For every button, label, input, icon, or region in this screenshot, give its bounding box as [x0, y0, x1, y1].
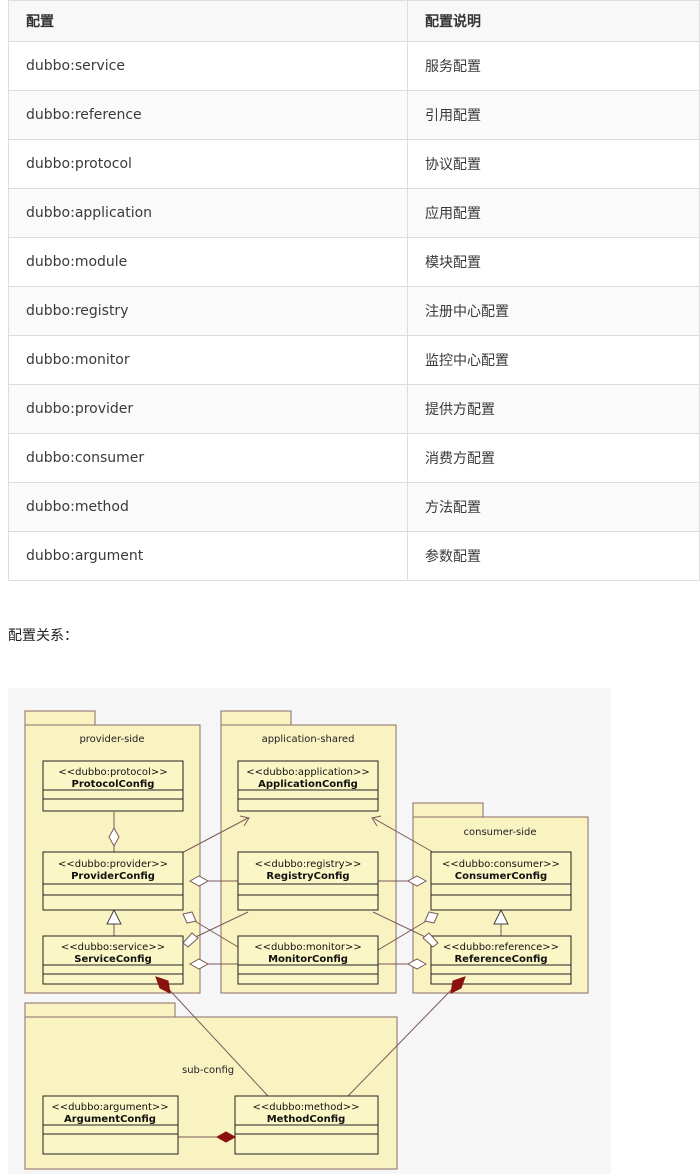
table-row: dubbo:protocol 协议配置	[8, 139, 700, 189]
config-tag: dubbo:monitor	[8, 335, 408, 385]
config-relation-heading: 配置关系：	[8, 628, 78, 644]
config-description: 模块配置	[407, 237, 700, 287]
table-row: dubbo:service 服务配置	[8, 41, 700, 91]
config-description: 服务配置	[407, 41, 700, 91]
package-label-sub: sub-config	[182, 1065, 234, 1076]
config-description: 提供方配置	[407, 384, 700, 434]
config-table: 配置 配置说明 dubbo:service 服务配置 dubbo:referen…	[8, 0, 700, 581]
config-description: 参数配置	[407, 531, 700, 581]
stereotype-provider: <<dubbo:provider>>	[58, 859, 168, 870]
config-tag: dubbo:registry	[8, 286, 408, 336]
table-row: dubbo:reference 引用配置	[8, 90, 700, 140]
config-description: 注册中心配置	[407, 286, 700, 336]
config-description: 方法配置	[407, 482, 700, 532]
config-tag: dubbo:protocol	[8, 139, 408, 189]
package-label-provider: provider-side	[79, 734, 144, 745]
class-protocol-config: <<dubbo:protocol>> ProtocolConfig	[42, 760, 184, 812]
class-service-config: <<dubbo:service>> ServiceConfig	[42, 935, 184, 985]
class-name-provider: ProviderConfig	[71, 871, 155, 882]
table-row: dubbo:application 应用配置	[8, 188, 700, 238]
config-tag: dubbo:consumer	[8, 433, 408, 483]
config-tag: dubbo:reference	[8, 90, 408, 140]
class-name-argument: ArgumentConfig	[64, 1114, 156, 1125]
config-tag: dubbo:service	[8, 41, 408, 91]
stereotype-protocol: <<dubbo:protocol>>	[58, 767, 167, 778]
table-row: dubbo:monitor 监控中心配置	[8, 335, 700, 385]
class-name-protocol: ProtocolConfig	[72, 779, 155, 790]
table-row: dubbo:provider 提供方配置	[8, 384, 700, 434]
stereotype-reference: <<dubbo:reference>>	[443, 942, 559, 953]
stereotype-monitor: <<dubbo:monitor>>	[254, 942, 362, 953]
class-name-monitor: MonitorConfig	[268, 954, 348, 965]
stereotype-method: <<dubbo:method>>	[252, 1102, 359, 1113]
class-name-service: ServiceConfig	[74, 954, 151, 965]
config-tag: dubbo:provider	[8, 384, 408, 434]
stereotype-consumer: <<dubbo:consumer>>	[442, 859, 560, 870]
class-reference-config: <<dubbo:reference>> ReferenceConfig	[430, 935, 572, 985]
stereotype-argument: <<dubbo:argument>>	[51, 1102, 168, 1113]
table-row: dubbo:argument 参数配置	[8, 531, 700, 581]
class-monitor-config: <<dubbo:monitor>> MonitorConfig	[237, 935, 379, 985]
table-row: dubbo:registry 注册中心配置	[8, 286, 700, 336]
config-description: 引用配置	[407, 90, 700, 140]
class-argument-config: <<dubbo:argument>> ArgumentConfig	[42, 1095, 179, 1155]
table-header-row: 配置 配置说明	[8, 0, 700, 42]
class-name-registry: RegistryConfig	[266, 871, 349, 882]
class-registry-config: <<dubbo:registry>> RegistryConfig	[237, 851, 379, 911]
table-row: dubbo:consumer 消费方配置	[8, 433, 700, 483]
class-name-application: ApplicationConfig	[258, 779, 358, 790]
class-application-config: <<dubbo:application>> ApplicationConfig	[237, 760, 379, 812]
config-description: 应用配置	[407, 188, 700, 238]
package-label-consumer: consumer-side	[464, 827, 537, 838]
config-description: 消费方配置	[407, 433, 700, 483]
header-config: 配置	[8, 0, 408, 42]
config-tag: dubbo:module	[8, 237, 408, 287]
table-row: dubbo:method 方法配置	[8, 482, 700, 532]
config-relation-diagram: provider-side application-shared consume…	[8, 688, 611, 1174]
stereotype-application: <<dubbo:application>>	[246, 767, 370, 778]
class-consumer-config: <<dubbo:consumer>> ConsumerConfig	[430, 851, 572, 911]
class-method-config: <<dubbo:method>> MethodConfig	[234, 1095, 379, 1155]
package-label-application: application-shared	[262, 734, 355, 745]
class-name-reference: ReferenceConfig	[454, 954, 547, 965]
stereotype-service: <<dubbo:service>>	[61, 942, 165, 953]
config-tag: dubbo:method	[8, 482, 408, 532]
class-provider-config: <<dubbo:provider>> ProviderConfig	[42, 851, 184, 911]
stereotype-registry: <<dubbo:registry>>	[255, 859, 362, 870]
config-description: 协议配置	[407, 139, 700, 189]
table-row: dubbo:module 模块配置	[8, 237, 700, 287]
config-tag: dubbo:argument	[8, 531, 408, 581]
config-tag: dubbo:application	[8, 188, 408, 238]
header-description: 配置说明	[407, 0, 700, 42]
class-name-consumer: ConsumerConfig	[455, 871, 547, 882]
class-name-method: MethodConfig	[267, 1114, 346, 1125]
config-description: 监控中心配置	[407, 335, 700, 385]
